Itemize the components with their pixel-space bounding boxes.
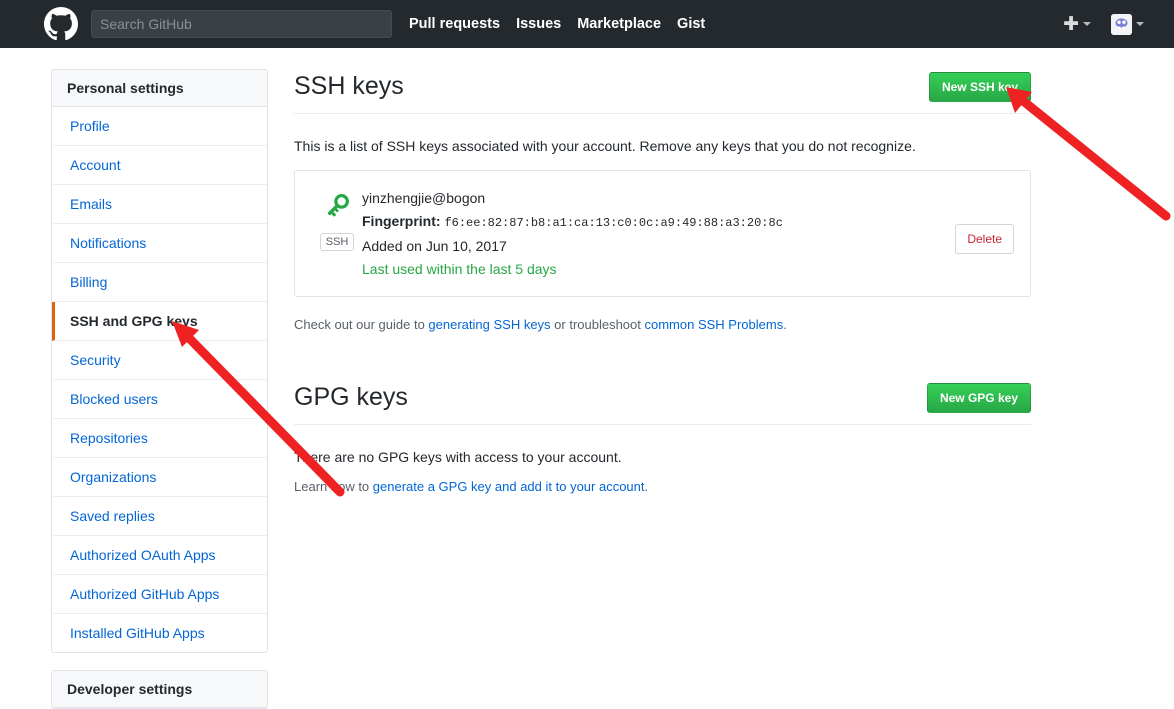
gpg-learn-suffix: .	[644, 479, 649, 494]
gpg-learn-text: Learn how to generate a GPG key and add …	[294, 478, 1031, 496]
sidebar-item-repositories[interactable]: Repositories	[52, 419, 267, 458]
sidebar-item-notifications[interactable]: Notifications	[52, 224, 267, 263]
sidebar-item-emails[interactable]: Emails	[52, 185, 267, 224]
ssh-key-title: yinzhengjie@bogon	[362, 190, 486, 206]
nav-gist[interactable]: Gist	[677, 16, 705, 32]
gpg-keys-empty-text: There are no GPG keys with access to you…	[294, 449, 622, 465]
sidebar-item-profile[interactable]: Profile	[52, 107, 267, 146]
ssh-key-last-used: Last used within the last 5 days	[362, 261, 557, 277]
sidebar-item-authorized-oauth-apps[interactable]: Authorized OAuth Apps	[52, 536, 267, 575]
ssh-key-icon-column: SSH	[312, 187, 362, 251]
sidebar-item-authorized-github-apps[interactable]: Authorized GitHub Apps	[52, 575, 267, 614]
personal-settings-menu: Personal settings Profile Account Emails…	[51, 69, 268, 653]
nav-issues[interactable]: Issues	[516, 16, 561, 32]
ssh-key-fingerprint-label: Fingerprint:	[362, 213, 441, 229]
developer-settings-menu: Developer settings	[51, 670, 268, 709]
generate-gpg-key-link[interactable]: generate a GPG key and add it to your ac…	[373, 479, 645, 494]
plus-icon: ✚	[1063, 13, 1079, 35]
github-logo-icon[interactable]	[44, 7, 78, 41]
personal-settings-heading: Personal settings	[52, 70, 267, 107]
ssh-guide-text: Check out our guide to generating SSH ke…	[294, 316, 1031, 334]
nav-marketplace[interactable]: Marketplace	[577, 16, 661, 32]
ssh-keys-list: SSH yinzhengjie@bogon Fingerprint: f6:ee…	[294, 170, 1031, 297]
sidebar-item-installed-github-apps[interactable]: Installed GitHub Apps	[52, 614, 267, 652]
new-ssh-key-button[interactable]: New SSH key	[928, 72, 1031, 102]
ssh-guide-suffix: .	[783, 317, 787, 332]
chevron-down-icon	[1083, 22, 1091, 26]
ssh-keys-title: SSH keys	[294, 72, 404, 100]
sidebar-item-billing[interactable]: Billing	[52, 263, 267, 302]
global-header: Pull requests Issues Marketplace Gist ✚	[0, 0, 1174, 48]
gpg-keys-header: GPG keys New GPG key	[294, 380, 1031, 425]
ssh-key-fingerprint-value: f6:ee:82:87:b8:a1:ca:13:c0:0c:a9:49:88:a…	[444, 216, 783, 230]
sidebar-item-organizations[interactable]: Organizations	[52, 458, 267, 497]
sidebar-item-security[interactable]: Security	[52, 341, 267, 380]
key-icon	[322, 191, 352, 226]
search-input[interactable]	[91, 10, 392, 38]
new-gpg-key-button[interactable]: New GPG key	[926, 383, 1031, 413]
header-nav: Pull requests Issues Marketplace Gist	[409, 16, 721, 32]
ssh-keys-header: SSH keys New SSH key	[294, 69, 1031, 114]
ssh-key-info: yinzhengjie@bogon Fingerprint: f6:ee:82:…	[362, 187, 955, 280]
chevron-down-icon	[1136, 22, 1144, 26]
settings-sidebar: Personal settings Profile Account Emails…	[51, 69, 268, 709]
gpg-learn-prefix: Learn how to	[294, 479, 373, 494]
header-actions: ✚	[1063, 0, 1174, 48]
gpg-keys-title: GPG keys	[294, 383, 408, 411]
main-content: SSH keys New SSH key This is a list of S…	[294, 69, 1031, 496]
page-body: Personal settings Profile Account Emails…	[0, 48, 1174, 709]
nav-pull-requests[interactable]: Pull requests	[409, 16, 500, 32]
ssh-key-type-badge: SSH	[319, 233, 355, 251]
sidebar-item-account[interactable]: Account	[52, 146, 267, 185]
ssh-key-added-date: Added on Jun 10, 2017	[362, 238, 507, 254]
sidebar-item-saved-replies[interactable]: Saved replies	[52, 497, 267, 536]
delete-ssh-key-button[interactable]: Delete	[955, 224, 1014, 254]
avatar	[1111, 13, 1132, 35]
ssh-guide-prefix: Check out our guide to	[294, 317, 429, 332]
ssh-guide-middle: or troubleshoot	[550, 317, 645, 332]
create-new-menu[interactable]: ✚	[1063, 15, 1091, 34]
ssh-key-row: SSH yinzhengjie@bogon Fingerprint: f6:ee…	[295, 171, 1030, 296]
developer-settings-heading: Developer settings	[52, 671, 267, 708]
sidebar-item-ssh-and-gpg-keys[interactable]: SSH and GPG keys	[52, 302, 267, 341]
generating-ssh-keys-link[interactable]: generating SSH keys	[428, 317, 550, 332]
common-ssh-problems-link[interactable]: common SSH Problems	[645, 317, 784, 332]
gpg-keys-section: GPG keys New GPG key There are no GPG ke…	[294, 380, 1031, 496]
user-menu[interactable]	[1111, 13, 1144, 35]
ssh-keys-description: This is a list of SSH keys associated wi…	[294, 138, 916, 154]
ssh-key-fingerprint-line: Fingerprint: f6:ee:82:87:b8:a1:ca:13:c0:…	[362, 210, 955, 234]
sidebar-item-blocked-users[interactable]: Blocked users	[52, 380, 267, 419]
